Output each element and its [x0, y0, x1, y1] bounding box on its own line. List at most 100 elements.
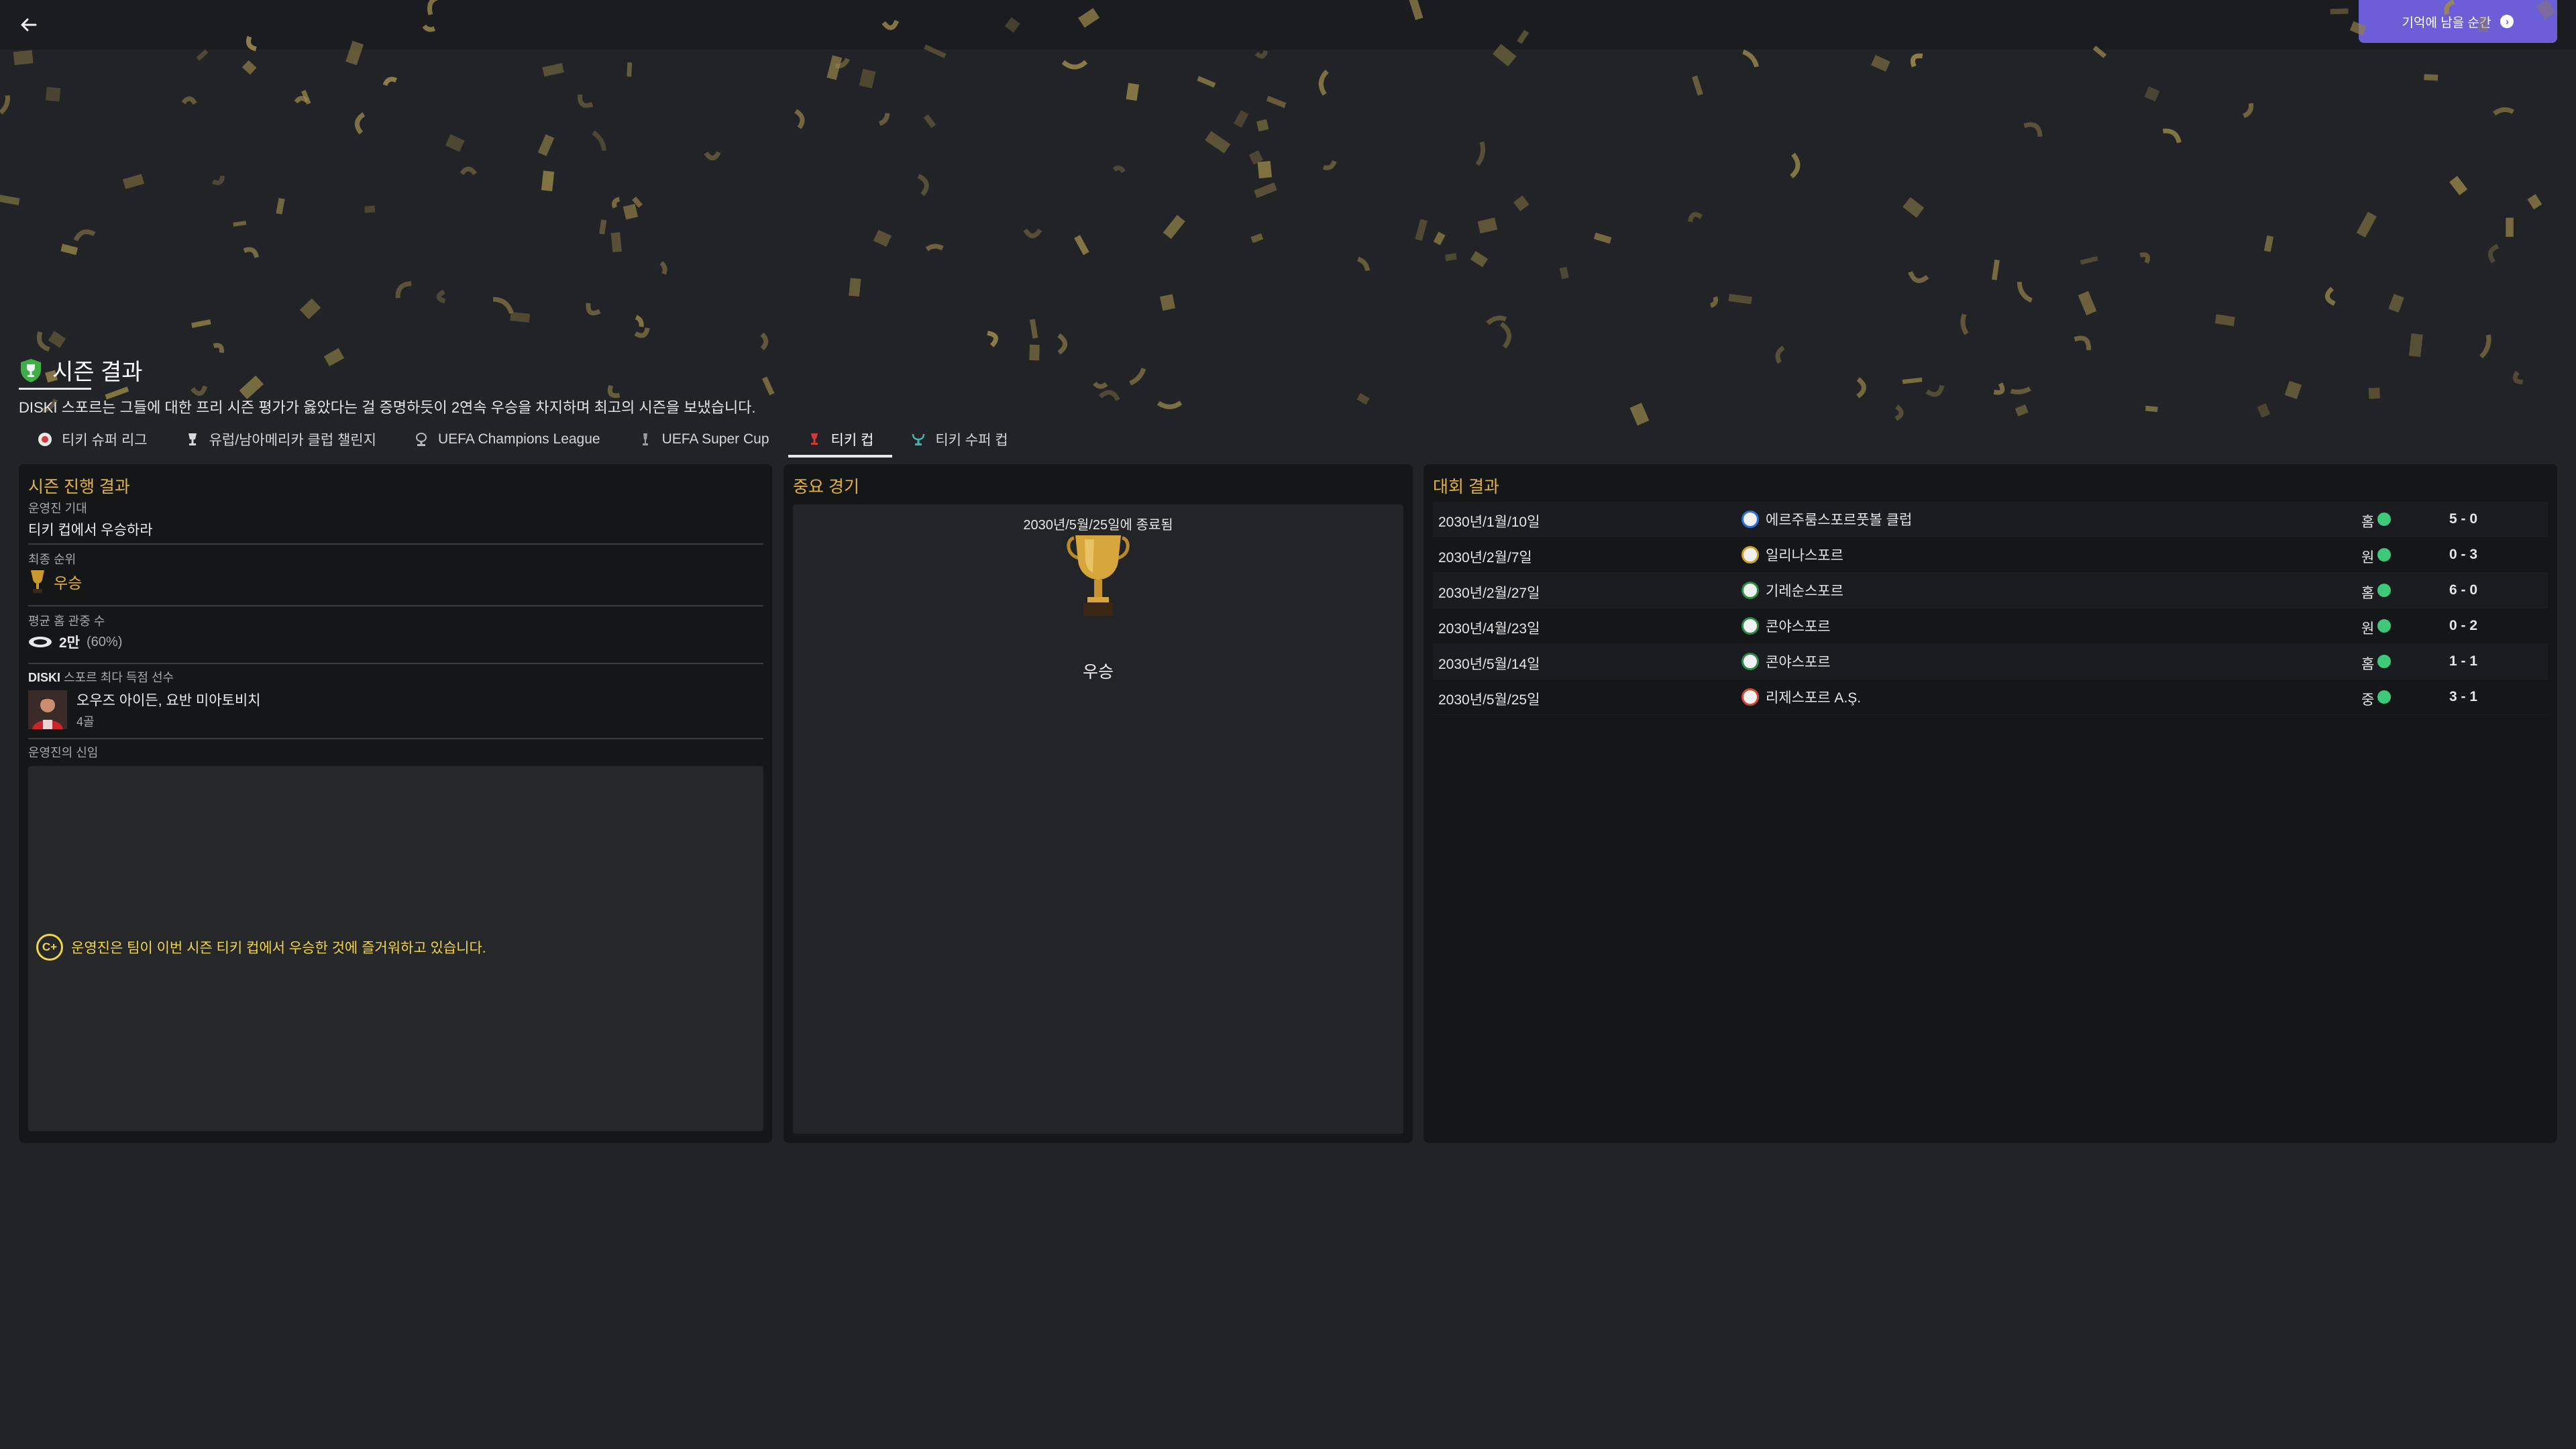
tab-tiki-super-league[interactable]: 티키 슈퍼 리그 — [19, 421, 166, 458]
opponent-name: 기레순스포르 — [1766, 584, 1843, 599]
club-crest-icon — [1741, 546, 1759, 564]
competition-results-panel: 대회 결과 2030년/1월/10일 에르주룸스포르풋볼 클럽홈 5 - 0 2030… — [1424, 464, 2557, 1143]
win-indicator-icon — [2377, 655, 2391, 668]
club-crest-icon — [1741, 582, 1759, 599]
avg-attendance-row: 2만 (60%) — [28, 632, 122, 652]
opponent[interactable]: 콘야스포르 — [1741, 616, 1831, 636]
result-row[interactable]: 2030년/4월/23일 콘야스포르 원 0 - 2 — [1433, 608, 2548, 644]
opponent-name: 콘야스포르 — [1766, 619, 1831, 635]
club-crest-icon — [1741, 617, 1759, 635]
club-crest-icon — [1741, 688, 1759, 706]
venue: 홈 — [2361, 586, 2375, 601]
match-date: 2030년/4월/23일 — [1438, 621, 1540, 637]
memorable-moments-button[interactable]: 기억에 남을 순간 › — [2359, 0, 2557, 43]
divider — [28, 605, 763, 606]
back-button[interactable] — [13, 9, 44, 40]
win-indicator-icon — [2377, 619, 2391, 633]
result-row[interactable]: 2030년/5월/25일 리제스포르 A.Ş. 중 3 - 1 — [1433, 680, 2548, 715]
title-underline — [19, 388, 91, 390]
super-cup-teal-icon — [911, 432, 926, 447]
match-score[interactable]: 5 - 0 — [2436, 511, 2490, 527]
key-game-card[interactable]: 2030년/5월/25일에 종료됨 우승 — [793, 504, 1403, 1134]
opponent-name: 에르주룸스포르풋볼 클럽 — [1766, 513, 1913, 528]
trophy-icon — [185, 432, 200, 447]
win-indicator-icon — [2377, 548, 2391, 561]
match-date: 2030년/2월/27일 — [1438, 586, 1540, 601]
result-row[interactable]: 2030년/2월/27일 기레순스포르 홈 6 - 0 — [1433, 573, 2548, 608]
avg-attendance-value: 2만 — [59, 635, 80, 651]
tab-label: 유럽/남아메리카 클럽 챌린지 — [209, 433, 376, 448]
win-indicator-icon — [2377, 584, 2391, 597]
page-title-row: 시즌 결과 — [19, 354, 143, 386]
divider — [28, 543, 763, 545]
competition-tabs: 티키 슈퍼 리그 유럽/남아메리카 클럽 챌린지 UEFA Champions … — [19, 421, 1027, 458]
final-position-row: 우승 — [28, 569, 82, 594]
top-scorer-row[interactable]: 오우즈 아이든, 요반 미아토비치 4골 — [28, 690, 261, 730]
trophy-icon — [31, 570, 44, 593]
page-title: 시즌 결과 — [52, 360, 143, 385]
trophy-icon — [1067, 535, 1130, 616]
tab-label: UEFA Super Cup — [661, 431, 769, 447]
result-row[interactable]: 2030년/5월/14일 콘야스포르 홈 1 - 1 — [1433, 644, 2548, 680]
arrow-left-icon — [21, 18, 37, 32]
tab-label: 티키 수퍼 컵 — [935, 433, 1008, 448]
ucl-trophy-icon — [414, 432, 429, 447]
match-date: 2030년/2월/7일 — [1438, 550, 1532, 566]
venue: 원 — [2361, 621, 2375, 637]
match-score[interactable]: 0 - 2 — [2436, 618, 2490, 634]
board-message: 운영진은 팀이 이번 시즌 티키 컵에서 우승한 것에 즐거워하고 있습니다. — [71, 941, 486, 956]
tab-tiki-super-cup[interactable]: 티키 수퍼 컵 — [892, 421, 1026, 458]
panel-title: 시즌 진행 결과 — [28, 478, 130, 496]
board-confidence-label: 운영진의 신임 — [28, 746, 99, 759]
opponent[interactable]: 에르주룸스포르풋볼 클럽 — [1741, 509, 1912, 529]
venue: 홈 — [2361, 657, 2375, 672]
club-crest-icon — [1741, 511, 1759, 528]
cup-icon — [807, 432, 822, 447]
tab-super-cup[interactable]: UEFA Super Cup — [619, 421, 788, 458]
tab-champions-league[interactable]: UEFA Champions League — [395, 421, 619, 458]
final-position-value: 우승 — [54, 574, 83, 592]
avg-attendance-label: 평균 홈 관중 수 — [28, 614, 105, 628]
match-score[interactable]: 3 - 1 — [2436, 689, 2490, 705]
divider — [28, 738, 763, 739]
stadium-icon — [29, 637, 52, 647]
shield-trophy-icon — [21, 358, 41, 382]
opponent[interactable]: 콘야스포르 — [1741, 651, 1831, 672]
opponent-name: 콘야스포르 — [1766, 655, 1831, 670]
key-game-result: 우승 — [1082, 663, 1114, 682]
key-game-panel: 중요 경기 2030년/5월/25일에 종료됨 우승 — [784, 464, 1413, 1143]
match-score[interactable]: 0 - 3 — [2436, 547, 2490, 563]
divider — [28, 663, 763, 664]
tab-tiki-cup[interactable]: 티키 컵 — [788, 421, 893, 458]
venue: 중 — [2361, 692, 2375, 708]
panel-title: 중요 경기 — [793, 478, 859, 496]
top-bar: 기억에 남을 순간 › — [0, 0, 2576, 50]
match-score[interactable]: 6 - 0 — [2436, 582, 2490, 598]
venue: 원 — [2361, 550, 2375, 566]
board-expectation-label: 운영진 기대 — [28, 502, 87, 515]
result-row[interactable]: 2030년/2월/7일 일리나스포르 원 0 - 3 — [1433, 537, 2548, 573]
super-cup-icon — [638, 432, 653, 447]
match-date: 2030년/5월/14일 — [1438, 657, 1540, 672]
win-indicator-icon — [2377, 513, 2391, 526]
grade-badge: C+ — [36, 934, 63, 961]
opponent-name: 일리나스포르 — [1766, 548, 1843, 564]
opponent[interactable]: 리제스포르 A.Ş. — [1741, 687, 1861, 707]
tab-club-challenge[interactable]: 유럽/남아메리카 클럽 챌린지 — [166, 421, 395, 458]
confetti-decoration — [0, 0, 2556, 426]
match-score[interactable]: 1 - 1 — [2436, 653, 2490, 669]
key-game-date: 2030년/5월/25일에 종료됨 — [1023, 518, 1173, 533]
opponent[interactable]: 기레순스포르 — [1741, 580, 1843, 600]
result-row[interactable]: 2030년/1월/10일 에르주룸스포르풋볼 클럽 홈 5 - 0 — [1433, 502, 2548, 537]
panel-title: 대회 결과 — [1433, 478, 1499, 496]
opponent[interactable]: 일리나스포르 — [1741, 545, 1843, 565]
board-confidence-box: C+ 운영진은 팀이 이번 시즌 티키 컵에서 우승한 것에 즐거워하고 있습니… — [28, 766, 763, 1131]
match-date: 2030년/1월/10일 — [1438, 515, 1540, 530]
top-scorer-names: 오우즈 아이든, 요반 미아토비치 — [76, 693, 261, 708]
tab-label: UEFA Champions League — [437, 431, 600, 447]
match-date: 2030년/5월/25일 — [1438, 692, 1540, 708]
board-message-row: C+ 운영진은 팀이 이번 시즌 티키 컵에서 우승한 것에 즐거워하고 있습니… — [36, 934, 486, 961]
cta-label: 기억에 남을 순간 — [2402, 15, 2491, 30]
board-expectation-value: 티키 컵에서 우승하라 — [28, 523, 153, 538]
top-scorer-label: DISKI 스포르 최다 득점 선수 — [28, 668, 174, 686]
